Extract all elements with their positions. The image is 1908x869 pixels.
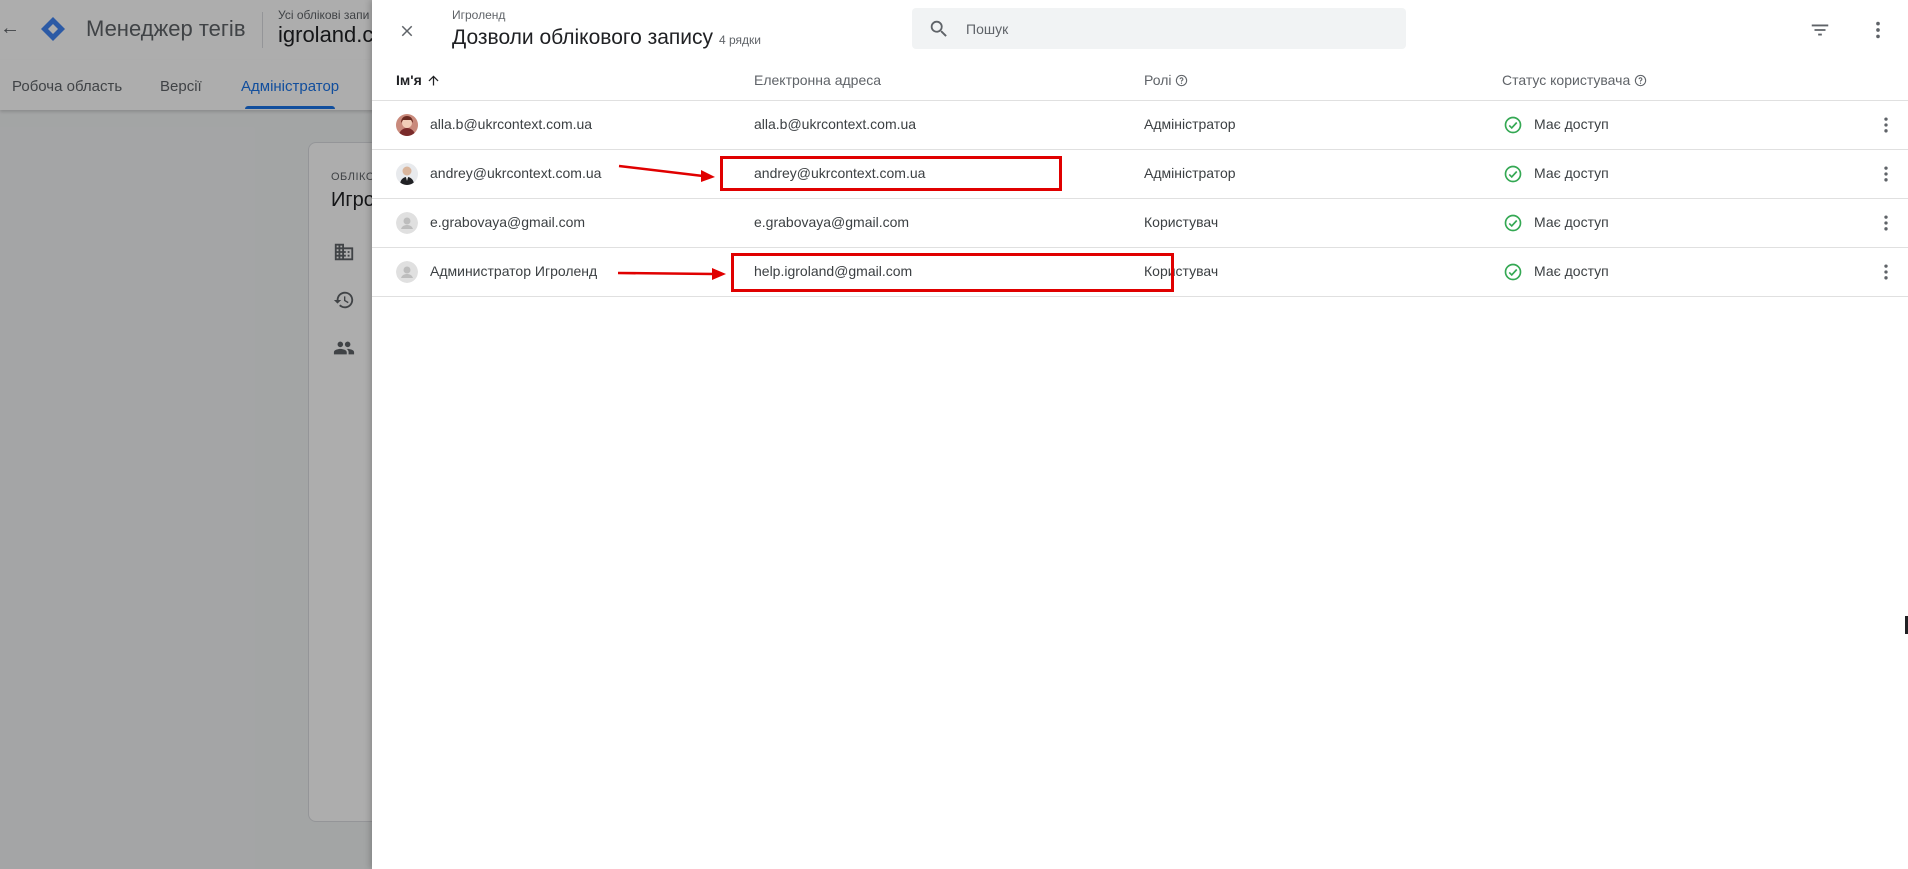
row-more-button[interactable]: [1874, 113, 1898, 137]
check-circle-icon: [1504, 116, 1522, 134]
user-status: Має доступ: [1534, 214, 1609, 230]
filter-button[interactable]: [1806, 16, 1834, 44]
user-status: Має доступ: [1534, 116, 1609, 132]
close-button[interactable]: [392, 16, 422, 46]
check-circle-icon: [1504, 165, 1522, 183]
panel-more-button[interactable]: [1864, 16, 1892, 44]
user-email: andrey@ukrcontext.com.ua: [754, 165, 926, 181]
row-more-button[interactable]: [1874, 162, 1898, 186]
table-row[interactable]: e.grabovaya@gmail.com e.grabovaya@gmail.…: [372, 199, 1908, 248]
user-email: alla.b@ukrcontext.com.ua: [754, 116, 917, 132]
check-circle-icon: [1504, 263, 1522, 281]
close-icon: [401, 25, 413, 37]
more-vert-icon: [1884, 166, 1888, 182]
row-more-button[interactable]: [1874, 260, 1898, 284]
panel-subtitle: Игроленд: [452, 8, 506, 22]
search-box[interactable]: [912, 8, 1406, 49]
column-header-email[interactable]: Електронна адреса: [754, 72, 881, 88]
user-role: Адміністратор: [1144, 116, 1236, 132]
help-icon[interactable]: [1175, 74, 1188, 87]
more-vert-icon: [1884, 264, 1888, 280]
row-count: 4 рядки: [719, 33, 761, 47]
column-header-status[interactable]: Статус користувача: [1502, 72, 1647, 88]
table-row[interactable]: andrey@ukrcontext.com.ua andrey@ukrconte…: [372, 150, 1908, 199]
panel-title-text: Дозволи облікового запису: [452, 26, 713, 49]
user-name: alla.b@ukrcontext.com.ua: [430, 116, 593, 132]
user-name: e.grabovaya@gmail.com: [430, 214, 586, 230]
row-more-button[interactable]: [1874, 211, 1898, 235]
table-header: Ім'я Електронна адреса Ролі Статус корис…: [372, 60, 1908, 101]
user-status: Має доступ: [1534, 165, 1609, 181]
search-icon: [930, 20, 947, 37]
avatar-placeholder-icon: [396, 261, 418, 283]
filter-icon: [1811, 24, 1829, 36]
avatar: [396, 114, 418, 136]
help-icon[interactable]: [1634, 74, 1647, 87]
user-role: Адміністратор: [1144, 165, 1236, 181]
avatar-placeholder-icon: [396, 212, 418, 234]
user-name: Администратор Игроленд: [430, 263, 598, 279]
column-header-status-label: Статус користувача: [1502, 72, 1631, 88]
permissions-panel: Игроленд Дозволи облікового запису 4 рядк…: [372, 0, 1908, 869]
user-name: andrey@ukrcontext.com.ua: [430, 165, 602, 181]
modal-scrim[interactable]: [0, 0, 372, 869]
column-header-email-label: Електронна адреса: [754, 72, 882, 88]
search-input[interactable]: [966, 8, 1386, 49]
column-header-name[interactable]: Ім'я: [396, 72, 441, 88]
column-header-name-label: Ім'я: [396, 72, 422, 88]
more-vert-icon: [1884, 117, 1888, 133]
user-status: Має доступ: [1534, 263, 1609, 279]
check-circle-icon: [1504, 214, 1522, 232]
avatar: [396, 163, 418, 185]
user-role: Користувач: [1144, 214, 1219, 230]
user-email: help.igroland@gmail.com: [754, 263, 913, 279]
column-header-roles-label: Ролі: [1144, 72, 1172, 88]
user-role: Користувач: [1144, 263, 1219, 279]
more-vert-icon: [1884, 215, 1888, 231]
user-email: e.grabovaya@gmail.com: [754, 214, 910, 230]
more-vert-icon: [1876, 21, 1880, 39]
sort-ascending-icon: [428, 75, 439, 85]
panel-title: Дозволи облікового запису 4 рядки: [452, 26, 761, 50]
column-header-roles[interactable]: Ролі: [1144, 72, 1188, 88]
table-row[interactable]: Администратор Игроленд help.igroland@gma…: [372, 248, 1908, 297]
table-row[interactable]: alla.b@ukrcontext.com.ua alla.b@ukrconte…: [372, 101, 1908, 150]
